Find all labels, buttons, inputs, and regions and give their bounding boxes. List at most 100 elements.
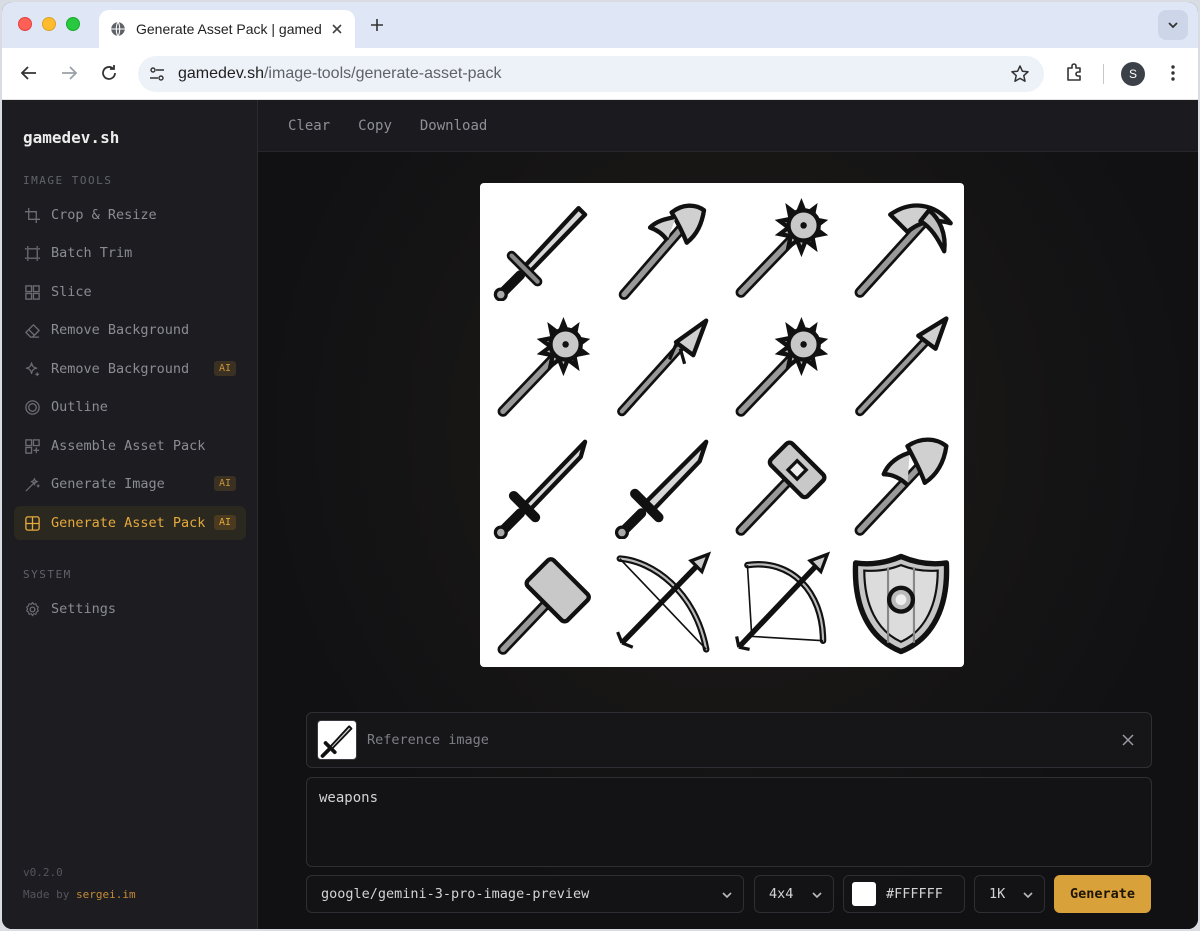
battle-axe-icon — [854, 436, 949, 536]
sidebar-item-settings[interactable]: Settings — [14, 592, 246, 626]
layout-icon — [25, 515, 40, 531]
sidebar-item-label: Crop & Resize — [51, 207, 157, 223]
window-close-button[interactable] — [18, 17, 32, 31]
bookmark-star-icon[interactable] — [1010, 64, 1030, 84]
reference-label: Reference image — [367, 732, 489, 748]
copy-button[interactable]: Copy — [358, 118, 392, 134]
asset-cell — [722, 306, 841, 425]
wand-icon — [25, 476, 40, 492]
sidebar-item-label: Batch Trim — [51, 245, 133, 261]
asset-cell — [841, 425, 960, 544]
window-maximize-button[interactable] — [66, 17, 80, 31]
shield-icon — [852, 553, 949, 654]
clear-button[interactable]: Clear — [288, 118, 330, 134]
ai-badge: AI — [213, 361, 236, 376]
sidebar-item-generate-asset-pack[interactable]: Generate Asset Pack AI — [14, 506, 246, 540]
plus-icon[interactable] — [368, 16, 386, 34]
asset-cell — [722, 187, 841, 306]
sidebar-item-label: Slice — [51, 284, 92, 300]
grid-size-select[interactable]: 4x4 — [754, 875, 834, 913]
action-bar: Clear Copy Download — [258, 100, 1198, 152]
close-icon[interactable] — [1121, 733, 1135, 747]
asset-pack-preview — [480, 183, 964, 667]
sidebar-item-slice[interactable]: Slice — [14, 275, 246, 309]
model-select[interactable]: google/gemini-3-pro-image-preview — [306, 875, 744, 913]
extensions-icon[interactable] — [1063, 62, 1085, 84]
url-domain: gamedev.sh — [178, 65, 264, 82]
sidebar-item-outline[interactable]: Outline — [14, 390, 246, 424]
crossbow-icon — [615, 551, 711, 653]
sidebar-item-remove-background-ai[interactable]: Remove Background AI — [14, 352, 246, 386]
sidebar-item-generate-image[interactable]: Generate Image AI — [14, 467, 246, 501]
asset-cell — [484, 306, 603, 425]
address-bar[interactable]: gamedev.sh/image-tools/generate-asset-pa… — [138, 56, 1044, 92]
window-minimize-button[interactable] — [42, 17, 56, 31]
spear-icon — [616, 317, 708, 416]
bow-icon — [734, 551, 830, 651]
asset-cell — [484, 544, 603, 663]
chevron-down-icon — [722, 892, 732, 899]
section-label-system: SYSTEM — [23, 568, 72, 581]
browser-tab[interactable]: Generate Asset Pack | gamedev.sh — [99, 10, 355, 48]
url-path: /image-tools/generate-asset-pack — [263, 65, 502, 82]
back-arrow-icon[interactable] — [18, 62, 40, 84]
ai-badge: AI — [213, 476, 236, 491]
asset-cell — [841, 306, 960, 425]
sidebar-item-label: Generate Asset Pack — [51, 515, 206, 531]
reference-image-box[interactable]: Reference image — [306, 712, 1152, 768]
hammer-icon — [497, 556, 591, 655]
asset-cell — [841, 544, 960, 663]
reload-icon[interactable] — [98, 62, 120, 84]
close-icon[interactable] — [329, 21, 345, 37]
generate-button[interactable]: Generate — [1054, 875, 1151, 913]
tab-bar: Generate Asset Pack | gamedev.sh — [2, 2, 1198, 48]
download-button[interactable]: Download — [420, 118, 487, 134]
sidebar-item-label: Assemble Asset Pack — [51, 438, 206, 454]
globe-icon — [111, 21, 125, 37]
spear-icon — [854, 315, 949, 416]
forward-arrow-icon[interactable] — [58, 62, 80, 84]
mace-icon — [735, 316, 828, 417]
asset-cell — [603, 544, 722, 663]
mace-icon — [735, 197, 828, 298]
gear-icon — [26, 601, 39, 616]
eraser-icon — [25, 323, 40, 338]
toolbar-separator — [1103, 64, 1104, 84]
prompt-textarea[interactable]: weapons — [306, 777, 1152, 867]
sidebar-item-batch-trim[interactable]: Batch Trim — [14, 236, 246, 270]
section-label-image-tools: IMAGE TOOLS — [23, 174, 113, 187]
sword-icon — [493, 205, 587, 301]
reference-thumbnail — [317, 720, 357, 760]
menu-dots-icon[interactable] — [1162, 62, 1184, 84]
asset-cell — [484, 187, 603, 306]
site-settings-icon[interactable] — [148, 65, 166, 83]
sidebar-item-remove-background[interactable]: Remove Background — [14, 313, 246, 347]
asset-cell — [603, 306, 722, 425]
sword-icon — [493, 439, 587, 539]
profile-avatar[interactable]: S — [1121, 62, 1145, 86]
credit-link[interactable]: sergei.im — [76, 888, 136, 901]
morningstar-icon — [497, 316, 590, 417]
browser-window: Generate Asset Pack | gamedev.sh gamedev… — [2, 2, 1198, 929]
grid-plus-icon — [25, 438, 40, 454]
resolution-value: 1K — [989, 886, 1006, 902]
sidebar: gamedev.sh IMAGE TOOLS Crop & Resize Bat… — [2, 100, 258, 929]
generation-controls: google/gemini-3-pro-image-preview 4x4 #F… — [306, 875, 1152, 913]
sidebar-item-assemble-asset-pack[interactable]: Assemble Asset Pack — [14, 429, 246, 463]
asset-cell — [722, 544, 841, 663]
credit-text: Made by sergei.im — [23, 888, 136, 901]
color-swatch[interactable] — [852, 882, 876, 906]
pickaxe-icon — [854, 202, 953, 298]
hammer-icon — [735, 439, 827, 536]
background-color-input[interactable]: #FFFFFF — [843, 875, 965, 913]
dagger-icon — [614, 439, 708, 539]
sidebar-item-label: Settings — [51, 601, 117, 617]
axe-icon — [618, 203, 706, 300]
browser-toolbar: gamedev.sh/image-tools/generate-asset-pa… — [2, 48, 1198, 100]
tab-search-button[interactable] — [1158, 10, 1188, 40]
sidebar-item-label: Outline — [51, 399, 108, 415]
brand-logo[interactable]: gamedev.sh — [23, 128, 119, 147]
chevron-down-icon — [1023, 892, 1033, 899]
sidebar-item-crop-resize[interactable]: Crop & Resize — [14, 198, 246, 232]
resolution-select[interactable]: 1K — [974, 875, 1045, 913]
